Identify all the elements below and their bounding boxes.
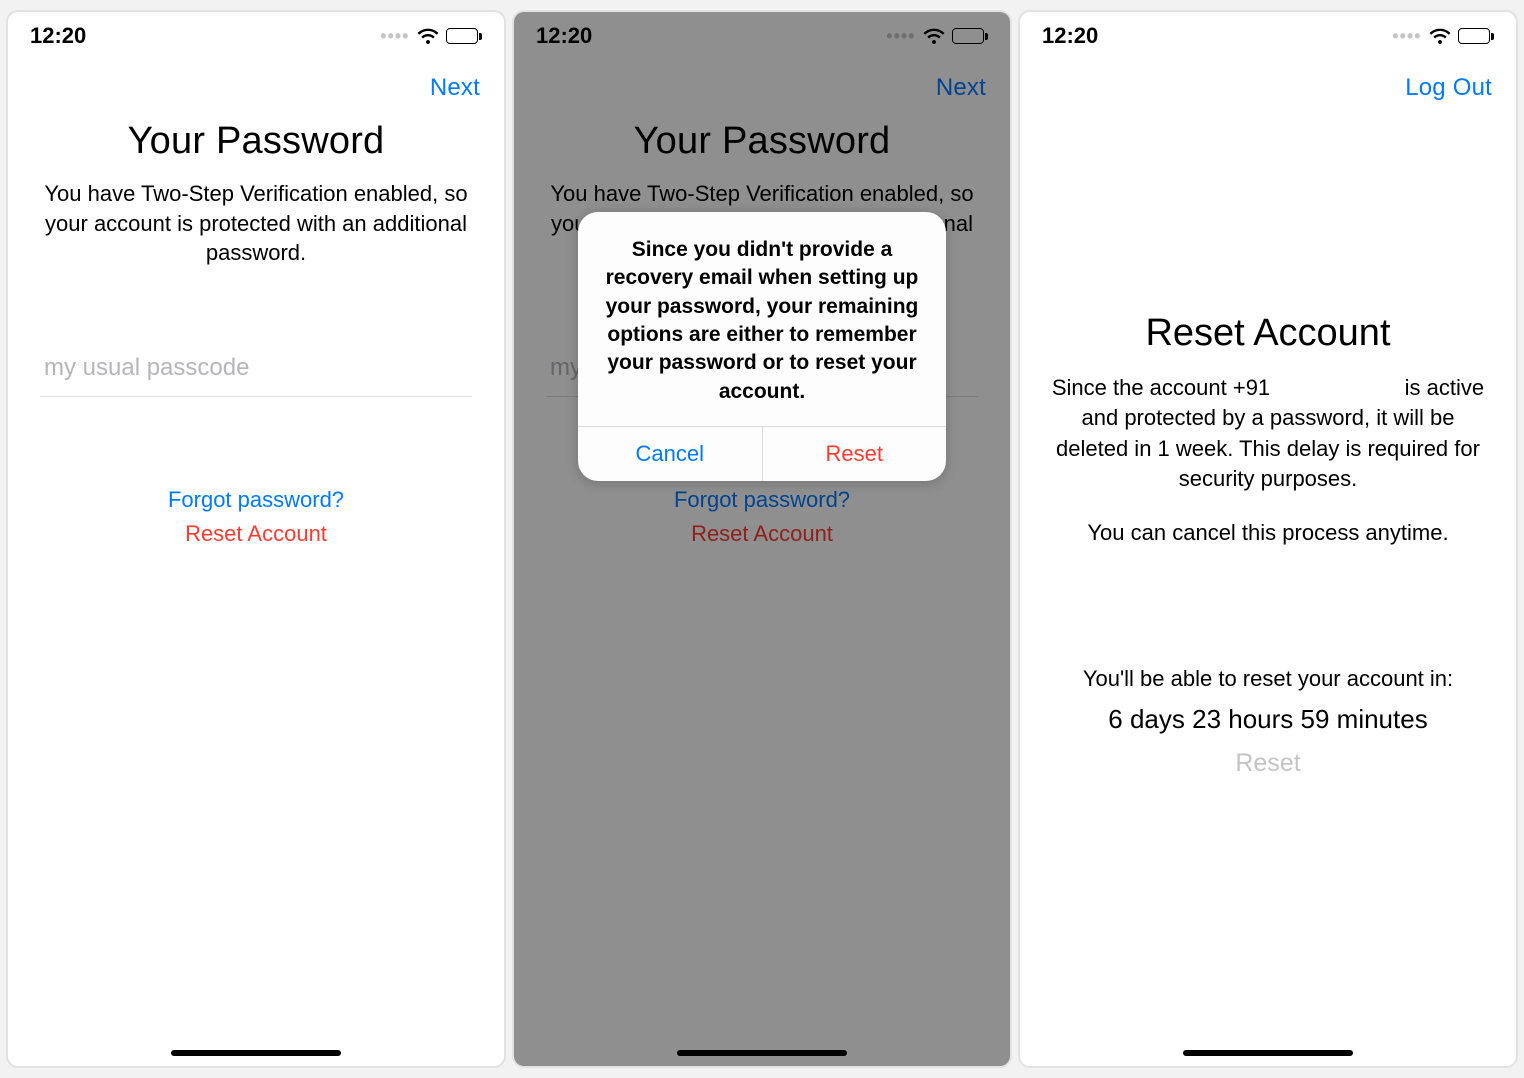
cellular-icon: •••• [380,26,409,47]
reset-alert: Since you didn't provide a recovery emai… [578,212,946,481]
battery-icon [1458,28,1495,44]
screen-reset-account: 12:20 •••• Log Out Reset Account Since t… [1018,10,1518,1068]
password-input[interactable] [44,354,468,382]
alert-reset-button[interactable]: Reset [763,427,947,481]
battery-icon [446,28,483,44]
reset-button-disabled: Reset [1044,749,1492,778]
modal-scrim [514,12,1010,1066]
alert-message: Since you didn't provide a recovery emai… [578,212,946,426]
alert-cancel-button[interactable]: Cancel [578,427,763,481]
wifi-icon [1428,27,1452,45]
reset-account-link[interactable]: Reset Account [185,521,327,547]
status-indicators: •••• [1392,26,1494,47]
wifi-icon [416,27,440,45]
nav-bar: Log Out [1020,56,1516,112]
next-button[interactable]: Next [430,74,480,102]
countdown-label: You'll be able to reset your account in: [1044,666,1492,692]
screen-password: 12:20 •••• Next Your Password You have T… [6,10,506,1068]
cancel-note: You can cancel this process anytime. [1044,520,1492,546]
status-bar: 12:20 •••• [1020,12,1516,56]
forgot-password-link[interactable]: Forgot password? [168,487,344,513]
status-indicators: •••• [380,26,482,47]
status-time: 12:20 [1042,23,1098,49]
desc-pre: Since the account +91 [1052,375,1270,400]
status-time: 12:20 [30,23,86,49]
page-subtitle: You have Two-Step Verification enabled, … [40,179,472,268]
page-title: Reset Account [1044,312,1492,355]
home-indicator[interactable] [171,1050,341,1056]
status-bar: 12:20 •••• [8,12,504,56]
password-hint-row [40,348,472,397]
home-indicator[interactable] [1183,1050,1353,1056]
logout-button[interactable]: Log Out [1405,74,1492,102]
nav-bar: Next [8,56,504,112]
countdown-value: 6 days 23 hours 59 minutes [1044,704,1492,735]
screen-password-alert: 12:20 •••• Next Your Password You have T… [512,10,1012,1068]
reset-description: Since the account +91 is active and prot… [1044,373,1492,494]
cellular-icon: •••• [1392,26,1421,47]
page-title: Your Password [40,120,472,163]
